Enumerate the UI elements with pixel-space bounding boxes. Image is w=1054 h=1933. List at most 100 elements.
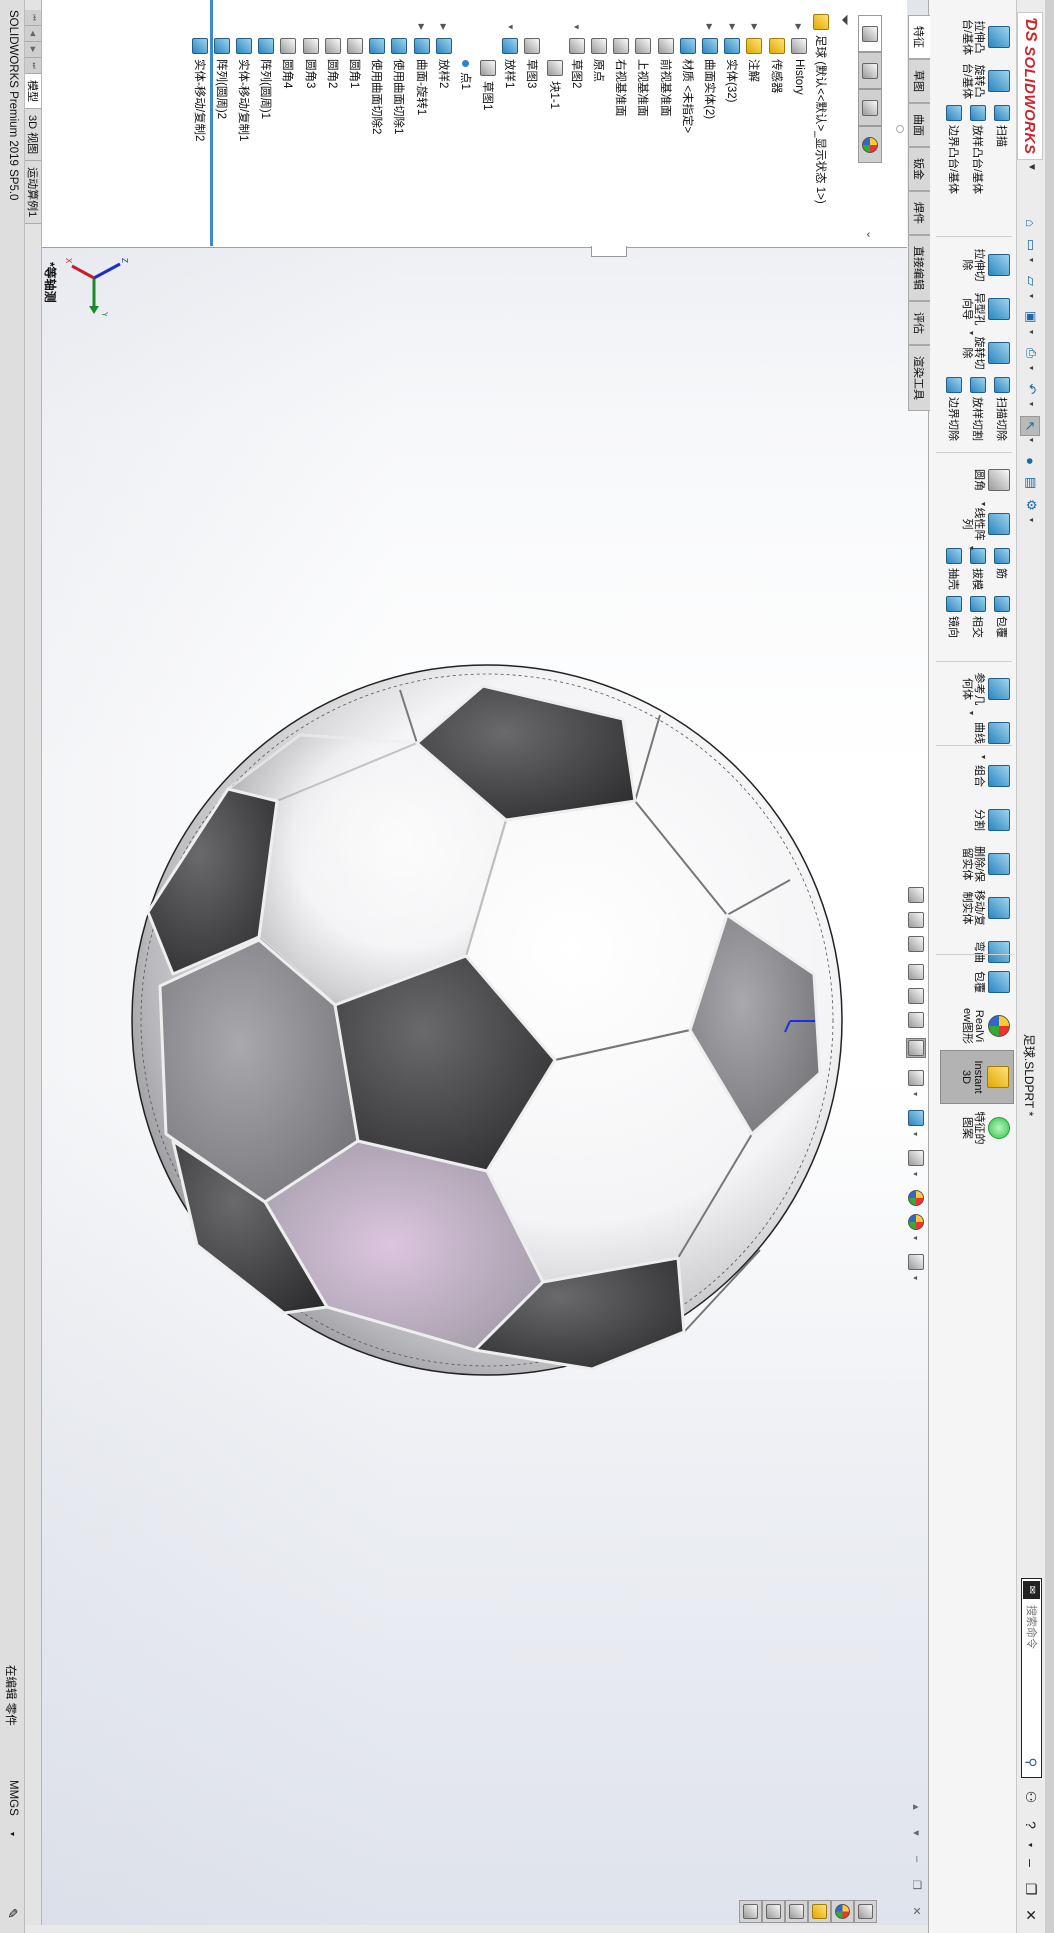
unit-dropdown-arrow[interactable]: ▾ [8, 1832, 17, 1836]
extrude-cut-button[interactable]: 拉伸切除 [961, 245, 1014, 285]
boundary-boss-button[interactable]: 边界凸台/基体 [942, 105, 966, 194]
tree-item[interactable]: 使用曲面切除2 [366, 0, 388, 246]
expand-arrow-icon[interactable]: ▶ [417, 22, 426, 32]
save-dropdown-arrow[interactable]: ▾ [1027, 330, 1036, 334]
tree-item[interactable]: ▶ 实体(32) [721, 0, 743, 246]
search-input[interactable] [1024, 1603, 1039, 1747]
search-icon[interactable]: ⚲ [1024, 1757, 1040, 1767]
hide-show-items-button[interactable] [906, 1148, 926, 1168]
revolve-boss-button[interactable]: 旋转凸台/基体 [961, 61, 1014, 101]
tree-item[interactable]: 圆角3 [300, 0, 322, 246]
print-button[interactable]: ⎙ [1022, 344, 1040, 362]
doc-scroll-down-button[interactable]: ▾ [910, 1826, 924, 1840]
tree-item[interactable]: 圆角4 [277, 0, 299, 246]
tree-item[interactable]: 使用曲面切除1 [388, 0, 410, 246]
mirror-button[interactable]: 镜向 [942, 596, 966, 638]
search-mode-icon[interactable]: ✉ [1023, 1581, 1040, 1599]
tree-scroll-indicator[interactable] [210, 0, 213, 246]
curves-button[interactable]: 曲线 ▾ [973, 713, 1014, 759]
next-tab-button[interactable]: ▶ [25, 42, 41, 58]
previous-tab-button[interactable]: ◀ [25, 26, 41, 42]
quick-tips-icon[interactable]: ✎ [4, 1908, 20, 1919]
expand-arrow-icon[interactable]: ▶ [439, 22, 448, 32]
panel-splitter-handle[interactable] [896, 125, 904, 133]
doc-restore-button[interactable]: ❐ [910, 1878, 924, 1892]
expand-arrow-icon[interactable]: ▶ [728, 22, 737, 32]
new-document-button[interactable]: ▭ [1022, 236, 1040, 254]
options-gear-dropdown-arrow[interactable]: ▾ [1027, 518, 1036, 522]
split-button[interactable]: 分割 [973, 800, 1014, 840]
tree-item[interactable]: ▶ 曲面-旋转1 [410, 0, 432, 246]
task-pane-tab-2[interactable] [808, 1900, 831, 1923]
menu-dropdown-arrow[interactable]: ▼ [1026, 162, 1037, 172]
unit-system[interactable]: MMGS [7, 1780, 19, 1816]
expand-arrow-icon[interactable]: ▶ [794, 22, 803, 32]
isometric-view-button[interactable] [906, 1038, 926, 1058]
user-icon[interactable]: ⚇ [1021, 1786, 1041, 1808]
model-tab-2[interactable]: 运动算例1 [25, 161, 41, 225]
shell-button[interactable]: 抽壳 [942, 548, 966, 590]
tree-item[interactable]: ▶ 曲面实体(2) [699, 0, 721, 246]
draft-button[interactable]: 拔模 [966, 548, 990, 590]
task-pane-tab-0[interactable] [854, 1900, 877, 1923]
last-tab-button[interactable]: ⏭ [25, 58, 41, 74]
model-tab-0[interactable]: 模型 [25, 74, 41, 109]
tab-7[interactable]: 渲染工具 [908, 345, 930, 411]
tree-item[interactable]: 右视基准面 [610, 0, 632, 246]
tab-3[interactable]: 钣金 [908, 147, 930, 191]
minimize-button[interactable]: ‒ [1021, 1852, 1041, 1874]
open-dropdown-arrow[interactable]: ▾ [1027, 294, 1036, 298]
tab-2[interactable]: 曲面 [908, 103, 930, 147]
save-button[interactable]: ▣ [1022, 308, 1040, 326]
doc-scroll-up-button[interactable]: ▴ [910, 1800, 924, 1814]
intersect-button[interactable]: 相交 [966, 596, 990, 638]
revolve-cut-button[interactable]: 旋转切除 [961, 333, 1014, 373]
search-commands-box[interactable]: ✉ ⚲ [1021, 1578, 1042, 1778]
select-button[interactable]: ↖ [1020, 416, 1040, 436]
tab-0[interactable]: 特征 [908, 15, 930, 59]
open-button[interactable]: ▱ [1022, 272, 1040, 290]
tab-1[interactable]: 草图 [908, 59, 930, 103]
rib-button[interactable]: 筋 [990, 548, 1014, 590]
reference-geometry-button[interactable]: 参考几何体 ▾ [961, 669, 1014, 715]
tree-item[interactable]: 足球 (默认<<默认>_显示状态 1>) [810, 0, 832, 246]
fm-tab-3[interactable] [858, 126, 882, 163]
rebuild-button[interactable]: ● [1022, 452, 1040, 470]
apply-scene-dropdown-arrow[interactable]: ▾ [911, 1236, 920, 1240]
fm-tab-1[interactable] [858, 52, 882, 89]
tab-6[interactable]: 评估 [908, 301, 930, 345]
view-orientation-cube-dropdown-arrow[interactable]: ▾ [911, 1092, 920, 1096]
linear-pattern-button[interactable]: 线性阵列 ▾ [961, 504, 1014, 550]
wrap-button[interactable]: 包覆 [990, 596, 1014, 638]
tree-item[interactable]: 阵列(圆周)2 [211, 0, 233, 246]
extrude-boss-button[interactable]: 拉伸凸台/基体 [961, 17, 1014, 57]
first-tab-button[interactable]: ⏮ [25, 10, 41, 26]
panel-collapse-handle[interactable] [591, 246, 627, 257]
task-pane-tab-5[interactable] [739, 1900, 762, 1923]
doc-close-button[interactable]: ✕ [910, 1904, 924, 1918]
tab-4[interactable]: 焊件 [908, 191, 930, 235]
tree-item[interactable]: 上视基准面 [632, 0, 654, 246]
tree-item[interactable]: ▼ 放样1 [499, 0, 521, 246]
view-orientation-button[interactable] [906, 1010, 926, 1030]
undo-dropdown-arrow[interactable]: ▾ [1027, 402, 1036, 406]
dropdown-arrow[interactable]: ▾ [967, 546, 976, 550]
task-pane-tab-1[interactable] [831, 1900, 854, 1923]
display-style-button[interactable] [906, 1108, 926, 1128]
task-pane-tab-3[interactable] [785, 1900, 808, 1923]
section-view-button[interactable] [906, 962, 926, 982]
feature-pattern-button[interactable]: 特征的图案 [961, 1108, 1014, 1148]
select-dropdown-arrow[interactable]: ▾ [1027, 438, 1036, 442]
model-tab-1[interactable]: 3D 视图 [25, 109, 41, 162]
print-dropdown-arrow[interactable]: ▾ [1027, 366, 1036, 370]
fm-tab-0[interactable] [858, 15, 882, 52]
tab-5[interactable]: 直接编辑 [908, 235, 930, 301]
fillet-button[interactable]: 圆角 ▾ [973, 460, 1014, 506]
tree-item[interactable]: ▶ 注解 [743, 0, 765, 246]
tree-item[interactable]: 块1-1 [544, 0, 566, 246]
task-pane-tab-4[interactable] [762, 1900, 785, 1923]
tree-item[interactable]: 实体-移动/复制1 [233, 0, 255, 246]
file-properties-button[interactable]: ▤ [1022, 474, 1040, 492]
tree-item[interactable]: ▼ 草图2 [566, 0, 588, 246]
tree-item[interactable]: 阵列(圆周)1 [255, 0, 277, 246]
